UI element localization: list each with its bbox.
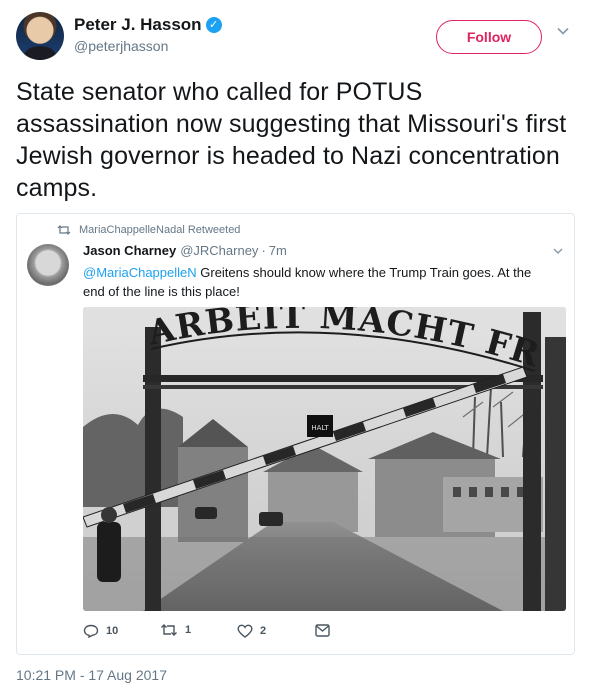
- chevron-down-icon[interactable]: [552, 245, 564, 257]
- like-count: 2: [260, 625, 267, 637]
- chevron-down-icon[interactable]: [556, 24, 570, 38]
- quoted-author-name[interactable]: Jason Charney: [83, 243, 176, 258]
- separator-dot: ·: [261, 243, 266, 258]
- retweet-context: MariaChappelleNadal Retweeted: [57, 224, 240, 236]
- mention-link[interactable]: @MariaChappelleN: [83, 265, 197, 280]
- author-name-row: Peter J. Hasson ✓: [74, 15, 222, 35]
- quoted-author-avatar[interactable]: [27, 244, 69, 286]
- tweet-timestamp[interactable]: 10:21 PM - 17 Aug 2017: [16, 667, 167, 683]
- author-avatar[interactable]: [16, 12, 64, 60]
- quoted-text: @MariaChappelleN Greitens should know wh…: [83, 263, 553, 301]
- gate-photo-illustration: ARBEIT MACHT FREI HALT: [83, 307, 566, 611]
- like-icon: [237, 624, 253, 638]
- message-action[interactable]: [315, 624, 337, 637]
- reply-icon: [83, 624, 99, 638]
- retweet-action[interactable]: 1: [160, 624, 191, 636]
- verified-badge-icon: ✓: [205, 17, 222, 33]
- quoted-tweet[interactable]: MariaChappelleNadal Retweeted Jason Char…: [16, 213, 575, 655]
- like-action[interactable]: 2: [237, 624, 266, 638]
- retweet-icon: [57, 225, 71, 235]
- author-handle[interactable]: @peterjhasson: [74, 38, 168, 54]
- quoted-time[interactable]: 7m: [269, 243, 287, 258]
- reply-action[interactable]: 10: [83, 624, 118, 638]
- retweeted-by-label[interactable]: MariaChappelleNadal Retweeted: [79, 224, 240, 236]
- quoted-actions: 10 1 2: [83, 624, 383, 644]
- author-name[interactable]: Peter J. Hasson: [74, 15, 202, 35]
- quoted-author-handle[interactable]: @JRCharney: [180, 243, 258, 258]
- retweet-icon: [161, 624, 177, 636]
- message-icon: [315, 624, 330, 637]
- quoted-photo[interactable]: ARBEIT MACHT FREI HALT: [83, 307, 566, 611]
- tweet-text: State senator who called for POTUS assas…: [16, 78, 567, 202]
- follow-button[interactable]: Follow: [436, 20, 542, 54]
- retweet-count: 1: [185, 624, 192, 636]
- quoted-header: Jason Charney @JRCharney · 7m: [83, 243, 287, 258]
- reply-count: 10: [106, 625, 119, 637]
